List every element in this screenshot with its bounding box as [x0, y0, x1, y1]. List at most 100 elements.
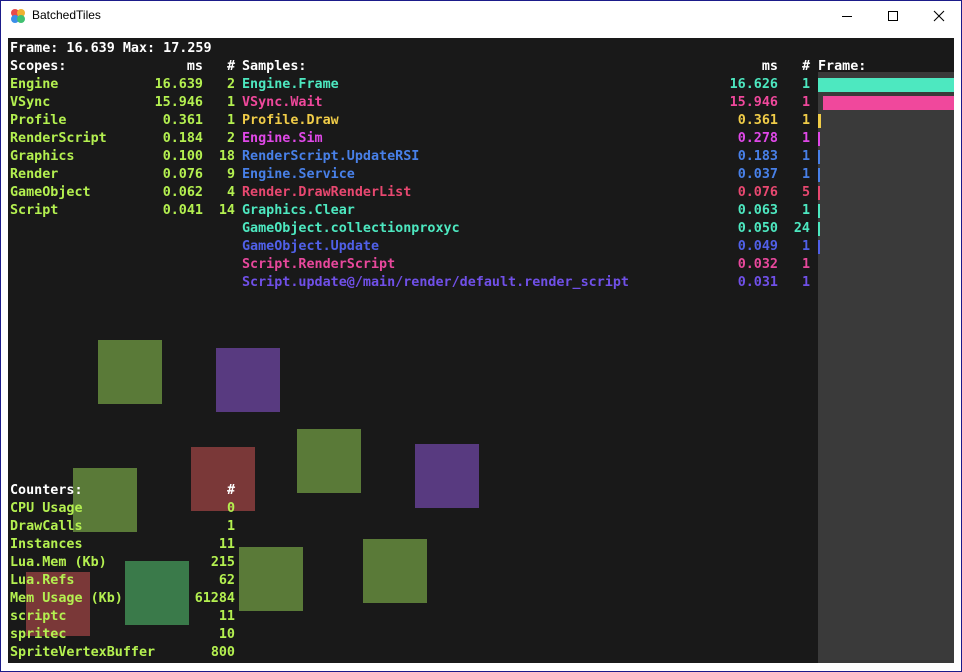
sample-count: 5	[801, 185, 810, 200]
counters-count-header: #	[226, 483, 235, 498]
maximize-button[interactable]	[870, 1, 916, 31]
sample-ms: 0.183	[737, 149, 778, 164]
counter-value: 10	[218, 627, 235, 642]
counter-value: 11	[218, 537, 235, 552]
sample-name: Script.update@/main/render/default.rende…	[242, 275, 629, 290]
sample-name: Graphics.Clear	[242, 203, 355, 218]
sample-frame-bar	[818, 132, 820, 146]
app-logo-icon	[10, 8, 26, 24]
counter-name: Lua.Refs	[10, 573, 75, 588]
sample-count: 1	[801, 95, 810, 110]
sample-count: 1	[801, 113, 810, 128]
close-button[interactable]	[916, 1, 962, 31]
sample-name: VSync.Wait	[242, 95, 323, 110]
scope-ms: 0.041	[162, 203, 203, 218]
sample-ms: 0.076	[737, 185, 778, 200]
maximize-icon	[888, 11, 898, 21]
counters-header: Counters:	[10, 483, 83, 498]
counter-name: Instances	[10, 537, 83, 552]
scopes-header: Scopes:	[10, 59, 67, 74]
scope-ms: 0.184	[162, 131, 203, 146]
frame-timeline-panel	[818, 72, 954, 663]
sample-ms: 0.032	[737, 257, 778, 272]
sample-ms: 15.946	[729, 95, 778, 110]
sample-count: 1	[801, 131, 810, 146]
counter-name: Mem Usage (Kb)	[10, 591, 123, 606]
sample-frame-bar	[818, 78, 954, 92]
scope-ms: 0.361	[162, 113, 203, 128]
counter-value: 1	[226, 519, 235, 534]
counter-name: Lua.Mem (Kb)	[10, 555, 107, 570]
sample-count: 24	[793, 221, 810, 236]
counter-name: DrawCalls	[10, 519, 83, 534]
counter-value: 11	[218, 609, 235, 624]
tile-sprite	[191, 447, 255, 511]
scope-count: 9	[226, 167, 235, 182]
minimize-button[interactable]	[824, 1, 870, 31]
counter-value: 62	[218, 573, 235, 588]
scope-name: Profile	[10, 113, 67, 128]
sample-name: Script.RenderScript	[242, 257, 396, 272]
sample-count: 1	[801, 239, 810, 254]
tile-sprite	[297, 429, 361, 493]
tile-sprite	[73, 468, 137, 532]
scope-name: GameObject	[10, 185, 91, 200]
scope-name: Engine	[10, 77, 59, 92]
scope-count: 2	[226, 131, 235, 146]
app-window: BatchedTiles Frame: 16.639 Max: 17.259 S…	[0, 0, 962, 672]
tile-sprite	[363, 539, 427, 603]
sample-count: 1	[801, 77, 810, 92]
sample-ms: 0.278	[737, 131, 778, 146]
sample-name: RenderScript.UpdateRSI	[242, 149, 420, 164]
counter-value: 61284	[194, 591, 235, 606]
scope-name: RenderScript	[10, 131, 107, 146]
scope-ms: 0.076	[162, 167, 203, 182]
sample-frame-bar	[818, 150, 820, 164]
scope-count: 2	[226, 77, 235, 92]
tile-sprite	[415, 444, 479, 508]
sample-frame-bar	[818, 222, 820, 236]
samples-ms-header: ms	[761, 59, 778, 74]
window-title: BatchedTiles	[32, 8, 101, 22]
scope-count: 1	[226, 113, 235, 128]
scope-ms: 15.946	[154, 95, 203, 110]
sample-frame-bar	[818, 240, 820, 254]
sample-name: GameObject.collectionproxyc	[242, 221, 460, 236]
sample-name: Render.DrawRenderList	[242, 185, 412, 200]
counter-name: CPU Usage	[10, 501, 83, 516]
scope-ms: 16.639	[154, 77, 203, 92]
sample-ms: 0.050	[737, 221, 778, 236]
game-canvas[interactable]: Frame: 16.639 Max: 17.259 Scopes: ms # Engi…	[8, 38, 954, 663]
sample-name: Profile.Draw	[242, 113, 339, 128]
counter-value: 800	[210, 645, 235, 660]
sample-ms: 0.049	[737, 239, 778, 254]
scopes-count-header: #	[226, 59, 235, 74]
sample-name: GameObject.Update	[242, 239, 380, 254]
sample-count: 1	[801, 167, 810, 182]
minimize-icon	[842, 16, 852, 17]
tile-sprite	[239, 547, 303, 611]
sample-ms: 0.031	[737, 275, 778, 290]
sample-ms: 0.037	[737, 167, 778, 182]
scope-name: Graphics	[10, 149, 75, 164]
scope-ms: 0.100	[162, 149, 203, 164]
sample-name: Engine.Service	[242, 167, 355, 182]
sample-count: 1	[801, 149, 810, 164]
scope-count: 14	[218, 203, 235, 218]
samples-count-header: #	[801, 59, 810, 74]
counter-name: spritec	[10, 627, 67, 642]
title-bar[interactable]: BatchedTiles	[1, 1, 961, 31]
sample-frame-bar	[823, 96, 954, 110]
sample-count: 1	[801, 203, 810, 218]
counter-name: SpriteVertexBuffer	[10, 645, 156, 660]
tile-sprite	[98, 340, 162, 404]
scope-count: 4	[226, 185, 235, 200]
scopes-ms-header: ms	[186, 59, 203, 74]
sample-frame-bar	[818, 204, 820, 218]
counter-value: 215	[210, 555, 235, 570]
sample-frame-bar	[818, 186, 820, 200]
sample-frame-bar	[818, 168, 820, 182]
sample-name: Engine.Sim	[242, 131, 323, 146]
scope-name: Script	[10, 203, 59, 218]
sample-ms: 0.361	[737, 113, 778, 128]
